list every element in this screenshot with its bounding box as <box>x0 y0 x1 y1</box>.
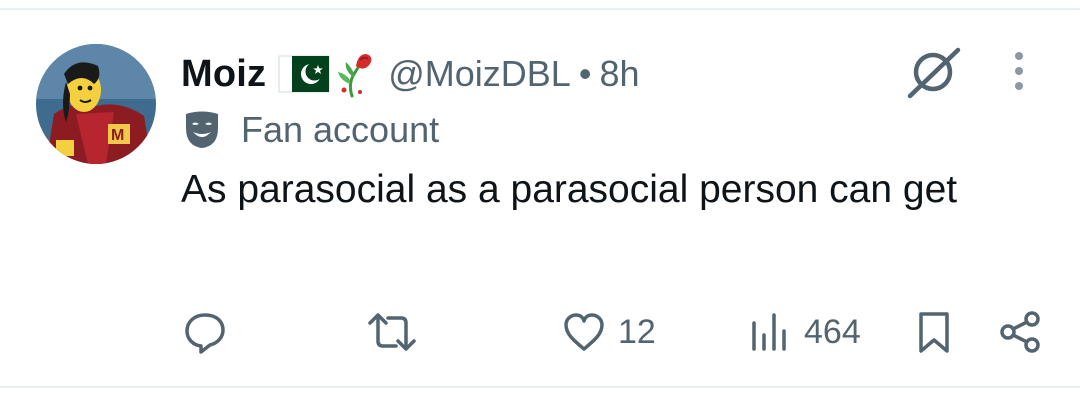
share-icon <box>1000 311 1040 353</box>
like-button[interactable]: 12 <box>562 304 656 360</box>
theater-mask-icon <box>183 110 221 150</box>
grok-button[interactable] <box>902 44 964 100</box>
separator-dot: • <box>578 53 592 94</box>
reply-icon <box>185 313 225 354</box>
tweet-card[interactable]: M Moiz @MoizDBL • 8h Fan account As para… <box>0 0 1080 398</box>
bookmark-icon <box>919 312 949 353</box>
timestamp[interactable]: 8h <box>599 53 639 95</box>
bottom-divider <box>0 386 1080 388</box>
grok-icon <box>907 47 961 99</box>
retweet-icon <box>368 313 416 351</box>
account-label: Fan account <box>183 108 439 152</box>
tweet-text: As parasocial as a parasocial person can… <box>181 168 958 211</box>
heart-icon <box>564 313 604 351</box>
views-count: 464 <box>804 312 861 351</box>
tweet-header: Moiz @MoizDBL • 8h <box>181 49 639 99</box>
display-name[interactable]: Moiz <box>181 53 266 96</box>
views-button[interactable]: 464 <box>748 304 861 360</box>
more-options-button[interactable] <box>1004 48 1034 96</box>
avatar[interactable]: M <box>36 44 156 164</box>
like-count: 12 <box>618 312 656 351</box>
pakistan-flag-icon <box>278 55 330 93</box>
svg-text:M: M <box>111 127 124 144</box>
top-divider <box>0 8 1080 10</box>
bookmark-button[interactable] <box>914 304 954 360</box>
action-bar: 12 464 <box>0 304 1080 360</box>
views-bar-icon <box>752 313 786 351</box>
author-handle[interactable]: @MoizDBL <box>388 53 571 95</box>
share-button[interactable] <box>996 304 1044 360</box>
fan-account-label: Fan account <box>241 109 440 150</box>
retweet-button[interactable] <box>366 304 430 360</box>
wilted-rose-icon <box>334 50 374 98</box>
more-vertical-icon <box>1015 52 1023 90</box>
avatar-image: M <box>36 44 156 164</box>
reply-button[interactable] <box>182 304 240 360</box>
